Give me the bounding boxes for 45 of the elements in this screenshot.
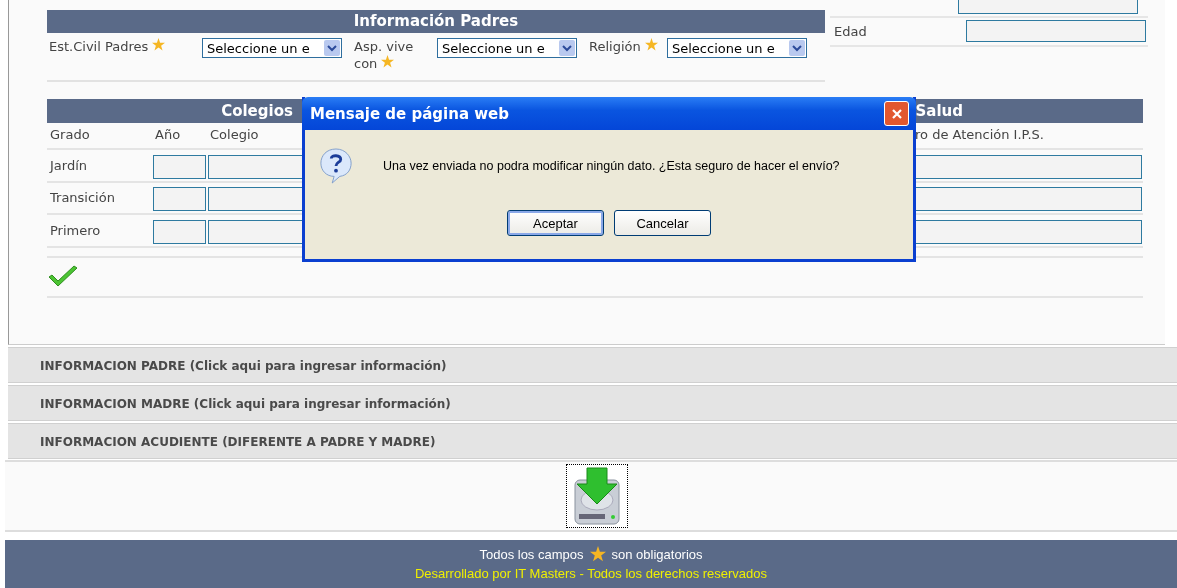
row-label: Transición: [49, 189, 116, 207]
footer-note: son obligatorios: [611, 546, 703, 562]
select-dropdown[interactable]: Seleccione un e: [202, 38, 342, 58]
input-field[interactable]: [153, 219, 206, 244]
save-button[interactable]: [566, 464, 628, 528]
field-label: Edad: [834, 24, 867, 39]
hard-drive-download-icon: [571, 466, 623, 526]
section-title: Salud: [915, 102, 963, 120]
select-dropdown[interactable]: Seleccione un e: [437, 38, 577, 58]
field-label: Religión: [589, 39, 641, 54]
close-icon: [890, 107, 903, 120]
dialog-message: Una vez enviada no podra modificar ningún dato. ¿Esta seguro de hacer el envío?: [383, 159, 840, 173]
section-title: Colegios: [221, 102, 293, 120]
checkmark-icon[interactable]: [47, 265, 79, 289]
chevron-down-icon: [789, 40, 805, 56]
question-icon: [319, 146, 353, 186]
input-field[interactable]: [153, 154, 206, 179]
column-header: Grado: [50, 127, 90, 142]
select-dropdown[interactable]: Seleccione un e: [667, 38, 807, 58]
star-icon: [589, 546, 606, 562]
row-label: Jardín: [48, 156, 89, 175]
input-field[interactable]: [958, 0, 1138, 14]
input-field[interactable]: [913, 154, 1142, 179]
field-label: Est.Civil Padres: [49, 39, 149, 54]
column-header: Colegio: [210, 127, 259, 142]
chevron-down-icon: [324, 40, 340, 56]
footer-note: Todos los campos: [479, 546, 584, 562]
accordion-header[interactable]: INFORMACION ACUDIENTE (DIFERENTE A PADRE Y MADRE): [8, 423, 1177, 459]
column-header: Año: [155, 127, 181, 142]
dialog-button[interactable]: Cancelar: [614, 210, 711, 236]
footer-credits: Desarrollado por IT Masters - Todos los derechos reservados: [413, 566, 769, 581]
accordion-header[interactable]: INFORMACION MADRE (Click aqui para ingresar información): [8, 385, 1177, 421]
field-label: Asp. vive con: [354, 39, 414, 71]
input-field[interactable]: [966, 20, 1146, 42]
dialog-button[interactable]: Aceptar: [507, 210, 604, 236]
row-label: Primero: [49, 221, 102, 240]
dialog-title: Mensaje de página web: [310, 104, 510, 123]
column-header: ro de Atención I.P.S.: [915, 127, 1044, 142]
close-button[interactable]: [884, 101, 909, 126]
input-field[interactable]: [913, 187, 1142, 211]
input-field[interactable]: [913, 219, 1142, 244]
chevron-down-icon: [559, 40, 575, 56]
accordion-header[interactable]: INFORMACION PADRE (Click aqui para ingresar información): [8, 347, 1177, 383]
input-field[interactable]: [153, 187, 206, 211]
section-header: Información Padres: [47, 10, 825, 33]
